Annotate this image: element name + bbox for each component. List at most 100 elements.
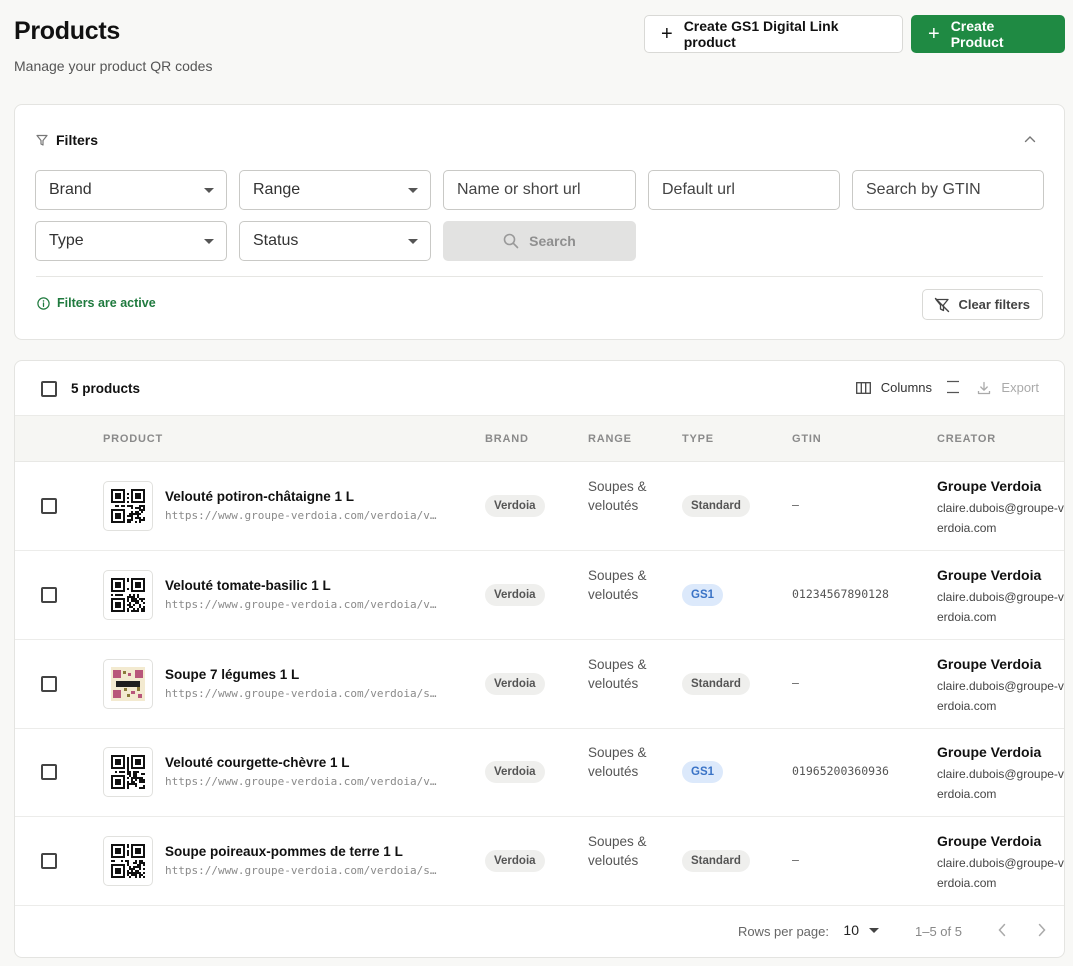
qr-code-thumbnail[interactable] — [103, 836, 153, 886]
create-product-button[interactable]: + Create Product — [911, 15, 1065, 53]
filters-panel: Filters Brand Range Type Status Search F… — [14, 104, 1065, 340]
row-checkbox[interactable] — [41, 498, 57, 514]
row-checkbox[interactable] — [41, 853, 57, 869]
filters-active-label: Filters are active — [57, 296, 156, 310]
rows-per-page-value: 10 — [843, 922, 859, 938]
row-checkbox[interactable] — [41, 764, 57, 780]
header-range[interactable]: RANGE — [588, 433, 632, 445]
product-url: https://www.groupe-verdoia.com/verdoia/v… — [165, 775, 440, 788]
gtin-cell: 01234567890128 — [792, 587, 889, 601]
range-cell: Soupes & veloutés — [588, 745, 647, 779]
product-name[interactable]: Velouté potiron-châtaigne 1 L — [165, 489, 354, 504]
gtin-search-field[interactable] — [852, 170, 1044, 210]
gtin-cell: – — [792, 853, 799, 867]
product-count: 5 products — [71, 381, 141, 396]
header-creator[interactable]: CREATOR — [937, 433, 996, 445]
creator-name: Groupe Verdoia — [937, 656, 1042, 672]
type-select[interactable]: Type — [35, 221, 227, 261]
type-badge: GS1 — [682, 761, 724, 783]
table-toolbar: 5 products Columns Export — [15, 361, 1064, 416]
density-icon[interactable] — [946, 380, 960, 394]
search-button-label: Search — [529, 233, 576, 249]
status-select[interactable]: Status — [239, 221, 431, 261]
product-name[interactable]: Velouté courgette-chèvre 1 L — [165, 755, 350, 770]
chevron-up-icon[interactable] — [1024, 135, 1036, 143]
export-label: Export — [1001, 380, 1039, 395]
brand-select[interactable]: Brand — [35, 170, 227, 210]
status-select-label: Status — [253, 232, 299, 249]
caret-down-icon — [408, 239, 418, 244]
export-button[interactable]: Export — [977, 380, 1039, 395]
table-row[interactable]: Velouté tomate-basilic 1 L https://www.g… — [15, 551, 1064, 640]
search-button[interactable]: Search — [443, 221, 636, 261]
product-url: https://www.groupe-verdoia.com/verdoia/v… — [165, 598, 440, 611]
rows-per-page-select[interactable]: 10 — [843, 922, 879, 938]
row-checkbox[interactable] — [41, 676, 57, 692]
creator-email: claire.dubois@groupe-verdoia.com — [937, 590, 1064, 624]
filters-header: Filters — [36, 132, 98, 148]
caret-down-icon — [869, 927, 879, 933]
creator-name: Groupe Verdoia — [937, 833, 1042, 849]
create-product-label: Create Product — [950, 18, 1004, 50]
qr-code-thumbnail[interactable] — [103, 659, 153, 709]
brand-badge: Verdoia — [485, 495, 545, 517]
pagination-range: 1–5 of 5 — [915, 924, 962, 939]
header-type[interactable]: TYPE — [682, 433, 714, 445]
qr-code-icon — [111, 755, 145, 789]
search-icon — [503, 233, 519, 249]
filter-off-icon — [935, 297, 950, 312]
plus-icon: + — [928, 23, 940, 45]
product-url: https://www.groupe-verdoia.com/verdoia/v… — [165, 509, 440, 522]
create-gs1-product-button[interactable]: + Create GS1 Digital Link product — [644, 15, 903, 53]
creator-email: claire.dubois@groupe-verdoia.com — [937, 679, 1064, 713]
type-badge: GS1 — [682, 584, 724, 606]
header-product[interactable]: PRODUCT — [103, 433, 163, 445]
default-url-field[interactable] — [648, 170, 840, 210]
range-select-label: Range — [253, 181, 301, 198]
caret-down-icon — [204, 239, 214, 244]
clear-filters-button[interactable]: Clear filters — [922, 289, 1043, 320]
clear-filters-label: Clear filters — [958, 297, 1030, 312]
range-cell: Soupes & veloutés — [588, 568, 647, 602]
product-name[interactable]: Soupe 7 légumes 1 L — [165, 667, 299, 682]
styled-qr-code-icon — [111, 667, 145, 701]
name-or-short-url-field[interactable] — [443, 170, 636, 210]
range-select[interactable]: Range — [239, 170, 431, 210]
creator-email: claire.dubois@groupe-verdoia.com — [937, 856, 1064, 890]
table-row[interactable]: Soupe 7 légumes 1 L https://www.groupe-v… — [15, 640, 1064, 729]
default-url-input[interactable] — [662, 181, 826, 199]
gtin-cell: – — [792, 676, 799, 690]
table-pagination: Rows per page: 10 1–5 of 5 — [15, 906, 1064, 957]
qr-code-thumbnail[interactable] — [103, 747, 153, 797]
columns-button[interactable]: Columns — [855, 380, 932, 395]
page-title: Products — [14, 17, 120, 45]
qr-code-thumbnail[interactable] — [103, 481, 153, 531]
product-name[interactable]: Velouté tomate-basilic 1 L — [165, 578, 331, 593]
caret-down-icon — [408, 188, 418, 193]
info-icon — [37, 296, 50, 310]
header-gtin[interactable]: GTIN — [792, 433, 821, 445]
plus-icon: + — [661, 23, 673, 45]
qr-code-thumbnail[interactable] — [103, 570, 153, 620]
columns-label: Columns — [880, 380, 932, 395]
select-all-checkbox[interactable] — [41, 381, 57, 397]
range-cell: Soupes & veloutés — [588, 657, 647, 691]
range-cell: Soupes & veloutés — [588, 834, 647, 868]
table-row[interactable]: Velouté courgette-chèvre 1 L https://www… — [15, 728, 1064, 817]
table-row[interactable]: Velouté potiron-châtaigne 1 L https://ww… — [15, 462, 1064, 551]
chevron-left-icon[interactable] — [997, 923, 1007, 937]
type-badge: Standard — [682, 673, 750, 695]
name-or-short-url-input[interactable] — [457, 181, 622, 199]
creator-name: Groupe Verdoia — [937, 478, 1042, 494]
download-icon — [978, 381, 991, 394]
columns-icon — [855, 381, 871, 394]
product-name[interactable]: Soupe poireaux-pommes de terre 1 L — [165, 844, 403, 859]
products-table: 5 products Columns Export PRODUCT BRAND … — [14, 360, 1065, 958]
chevron-right-icon[interactable] — [1037, 923, 1047, 937]
table-row[interactable]: Soupe poireaux-pommes de terre 1 L https… — [15, 817, 1064, 906]
filters-active-note: Filters are active — [37, 296, 156, 310]
row-checkbox[interactable] — [41, 587, 57, 603]
header-brand[interactable]: BRAND — [485, 433, 529, 445]
range-cell: Soupes & veloutés — [588, 479, 647, 513]
gtin-search-input[interactable] — [866, 181, 1030, 199]
